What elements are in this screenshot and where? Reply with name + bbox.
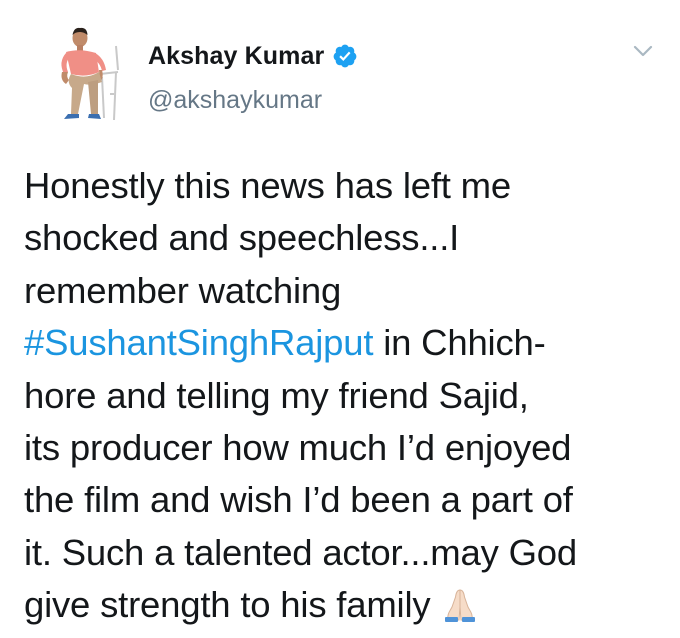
tweet-text-segment: in Chhich- <box>373 322 546 364</box>
tweet-text-line-with-hashtag: #SushantSinghRajput in Chhich- <box>24 317 672 369</box>
tweet-text-line: remember watching <box>24 269 342 311</box>
tweet-text-line: shocked and speechless...I <box>24 217 460 259</box>
verified-badge-icon <box>332 43 358 69</box>
tweet-text-segment: give strength to his family <box>24 584 431 626</box>
user-handle[interactable]: @akshaykumar <box>148 86 358 115</box>
tweet-text-line: its producer how much I’d enjoyed <box>24 426 572 468</box>
folded-hands-emoji-icon <box>440 585 480 623</box>
chevron-down-icon[interactable] <box>630 42 656 60</box>
display-name[interactable]: Akshay Kumar <box>148 42 324 71</box>
tweet-card: Akshay Kumar @akshaykumar Honestly this … <box>0 0 680 630</box>
name-row: Akshay Kumar <box>148 40 358 72</box>
tweet-text: Honestly this news has left me shocked a… <box>24 160 672 632</box>
tweet-author[interactable]: Akshay Kumar @akshaykumar <box>148 40 358 115</box>
tweet-text-line: it. Such a talented actor...may God <box>24 531 577 573</box>
tweet-text-line: Honestly this news has left me <box>24 165 511 206</box>
avatar-image <box>61 27 119 121</box>
hashtag-link[interactable]: #SushantSinghRajput <box>24 322 373 363</box>
tweet-text-line: hore and telling my friend Sajid, <box>24 374 529 416</box>
tweet-text-line: the film and wish I’d been a part of <box>24 479 573 521</box>
avatar[interactable] <box>44 22 130 126</box>
tweet-text-line-last: give strength to his family <box>24 579 672 631</box>
